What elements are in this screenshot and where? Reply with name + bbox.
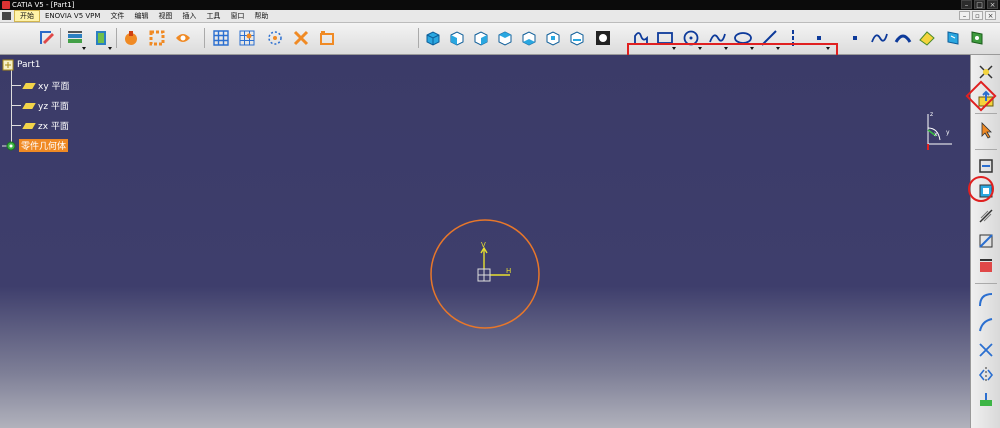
surface-icon[interactable] [916,26,938,50]
doc-minimize-button[interactable]: – [959,11,970,20]
compass-z-label: z [930,111,933,118]
sketch-circle[interactable] [430,219,540,329]
compass-y-label: y [946,129,950,136]
compass-tool-icon[interactable] [974,61,998,83]
menu-tools[interactable]: 工具 [201,10,225,22]
tree-item-body[interactable]: 零件几何体 [2,139,69,152]
tree-item-label: xy 平面 [38,82,70,92]
tree-item-xy-plane[interactable]: xy 平面 [11,79,70,92]
bottom-view-icon[interactable] [566,26,588,50]
front-view-icon[interactable] [446,26,468,50]
menu-view[interactable]: 视图 [153,10,177,22]
part-icon [2,59,14,71]
curve-icon[interactable] [868,26,890,50]
constraint-toggle-icon[interactable] [316,26,338,50]
view-normal-icon[interactable] [942,26,964,50]
menu-insert[interactable]: 插入 [177,10,201,22]
window-controls: – □ × [961,0,998,9]
tree-item-label: yz 平面 [38,102,69,112]
menu-file[interactable]: 文件 [105,10,129,22]
constraint-box-highlight [968,176,994,202]
select-arrow-icon[interactable] [974,119,998,141]
project-icon[interactable] [974,389,998,411]
close-button[interactable]: × [987,0,998,9]
menu-logo-icon [2,12,11,20]
tree-item-zx-plane[interactable]: zx 平面 [11,119,69,132]
menu-window[interactable]: 窗口 [225,10,249,22]
fix-icon[interactable] [974,230,998,252]
title-bar: CATIA V5 - [Part1] – □ × [0,0,1000,10]
auto-constraint-icon[interactable] [974,255,998,277]
compass-icon[interactable]: z x y [916,110,952,150]
sketch-viewport[interactable]: Part1 xy 平面 yz 平面 zx 平面 零件几何体 V H z x y [0,55,970,428]
dimension-icon[interactable] [290,26,312,50]
catia-app-icon [2,1,10,9]
tree-root[interactable]: Part1 [2,59,41,71]
view-rotate-icon[interactable] [966,26,988,50]
chamfer-icon[interactable] [974,314,998,336]
plane-icon [22,82,36,89]
point-small-icon[interactable] [844,26,866,50]
conic-icon[interactable] [892,26,914,50]
plane-icon [22,122,36,129]
tree-root-label: Part1 [17,60,41,70]
grid-icon[interactable] [210,26,232,50]
menu-bar: 开始 ENOVIA V5 VPM 文件 编辑 视图 插入 工具 窗口 帮助 – … [0,10,1000,23]
tree-item-body-label: 零件几何体 [19,139,69,152]
v-axis-label: V [481,241,486,249]
sketch-canvas: V H [430,219,540,329]
plane-icon [22,102,36,109]
maximize-button[interactable]: □ [974,0,985,9]
hole-icon[interactable] [172,26,194,50]
constraint-icon[interactable] [974,155,998,177]
left-view-icon[interactable] [494,26,516,50]
pad-icon[interactable] [90,26,112,50]
corner-icon[interactable] [974,289,998,311]
menu-start[interactable]: 开始 [14,10,40,22]
right-view-icon[interactable] [518,26,540,50]
right-toolbar [970,55,1000,428]
top-toolbar [0,23,1000,77]
shading-icon[interactable] [592,26,614,50]
body-gear-icon [2,141,16,150]
trim-icon[interactable] [974,339,998,361]
doc-restore-button[interactable]: ▫ [972,11,983,20]
operation-icon[interactable] [64,26,86,50]
menu-enovia[interactable]: ENOVIA V5 VPM [40,10,105,22]
construction-icon[interactable] [264,26,286,50]
tree-item-label: zx 平面 [38,122,69,132]
menu-edit[interactable]: 编辑 [129,10,153,22]
pocket-icon[interactable] [120,26,142,50]
menu-help[interactable]: 帮助 [249,10,273,22]
mirror-icon[interactable] [974,364,998,386]
window-title: CATIA V5 - [Part1] [12,1,75,9]
doc-close-button[interactable]: × [985,11,996,20]
minimize-button[interactable]: – [961,0,972,9]
shaft-icon[interactable] [146,26,168,50]
back-view-icon[interactable] [470,26,492,50]
snap-icon[interactable] [236,26,258,50]
h-axis-label: H [506,267,511,275]
dimension-tool-icon[interactable] [974,205,998,227]
compass-x-label: x [934,131,938,138]
tree-item-yz-plane[interactable]: yz 平面 [11,99,69,112]
top-view-icon[interactable] [542,26,564,50]
iso-view-icon[interactable] [422,26,444,50]
sketcher-icon[interactable] [36,26,58,50]
